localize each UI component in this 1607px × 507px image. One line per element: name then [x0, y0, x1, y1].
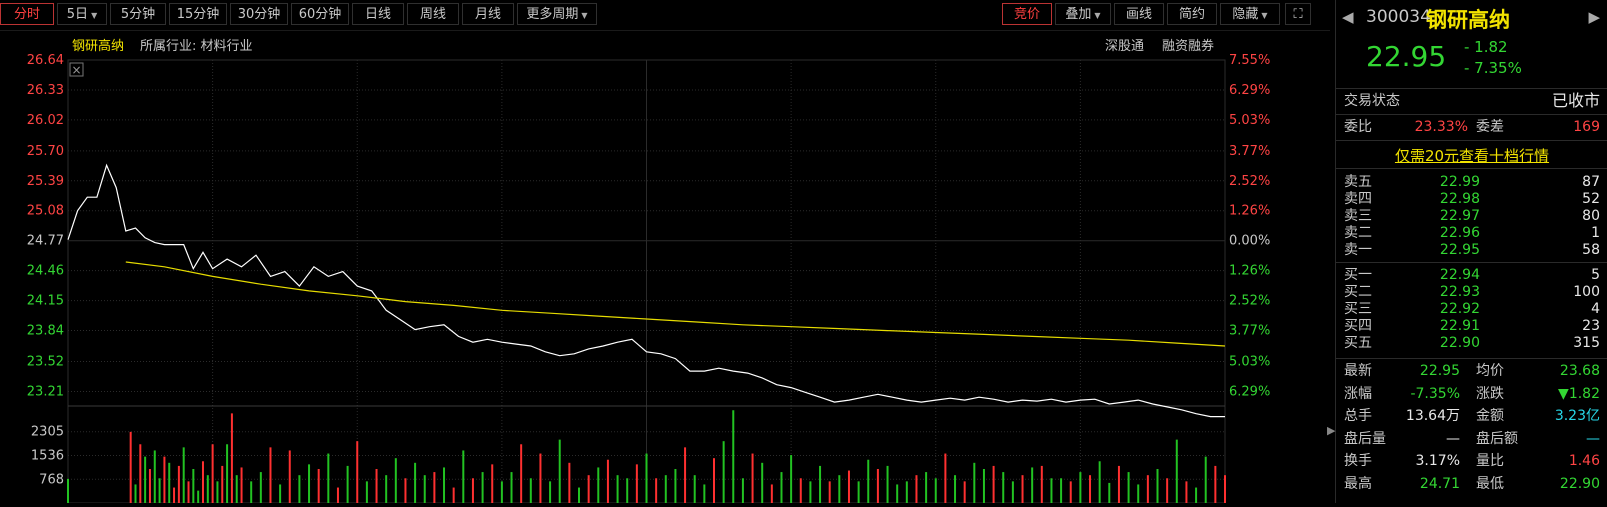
toolbar-btn-3[interactable]: 15分钟 — [169, 3, 227, 25]
y-tick-left: 23.84 — [27, 324, 64, 339]
chevron-down-icon: ▼ — [581, 11, 588, 20]
last-price: 22.95 — [1366, 40, 1447, 73]
y-tick-left: 25.70 — [27, 144, 64, 159]
toolbar-btn-7[interactable]: 周线 — [407, 3, 459, 25]
y-tick-right: 1.26% — [1229, 204, 1270, 219]
chevron-down-icon: ▼ — [1261, 11, 1268, 20]
y-tick-left: 26.02 — [27, 113, 64, 128]
level2-promo-link[interactable]: 仅需20元查看十档行情 — [1336, 145, 1607, 166]
divider — [1336, 88, 1607, 89]
order-book-buy-row: 买二 22.93 100 — [1344, 284, 1600, 300]
quote-panel: ◀ 300034 钢研高纳 ▶ 22.95 - 1.82 - 7.35% 交易状态 已收市 委比 2… — [1327, 0, 1607, 503]
next-stock-icon[interactable]: ▶ — [1588, 8, 1600, 26]
volume-y-tick: 1536 — [31, 449, 64, 464]
order-book-sell-row: 卖二 22.96 1 — [1344, 225, 1600, 241]
toolbar-btn-1[interactable]: 5日 ▼ — [57, 3, 107, 25]
divider — [1336, 114, 1607, 115]
order-book-buy-row: 买四 22.91 23 — [1344, 318, 1600, 334]
y-tick-right: 2.52% — [1229, 174, 1270, 189]
stock-name: 钢研高纳 — [1426, 8, 1510, 32]
toolbar-btn-4[interactable]: 30分钟 — [230, 3, 288, 25]
y-tick-left: 23.52 — [27, 354, 64, 369]
y-tick-right: 5.03% — [1229, 354, 1270, 369]
price-change: - 1.82 — [1464, 38, 1508, 56]
toolbar-btn-5[interactable]: 60分钟 — [291, 3, 349, 25]
y-tick-right: 2.52% — [1229, 294, 1270, 309]
toolbar-btn-0[interactable]: 分时 — [0, 3, 54, 25]
margin-trading-tag: 融资融券 — [1162, 38, 1214, 54]
chevron-down-icon: ▼ — [91, 11, 98, 20]
chart-toolbar: 分时 5日 ▼ 5分钟 15分钟 30分钟 60分钟 日线 周线 月线 更多周期 ▼ 竞价 叠加 ▼ 画线 简约… — [0, 0, 1330, 31]
y-tick-right: 3.77% — [1229, 324, 1270, 339]
divider — [1336, 358, 1607, 359]
volume-y-tick: 2305 — [31, 425, 64, 440]
prev-stock-icon[interactable]: ◀ — [1342, 8, 1354, 26]
y-tick-left: 24.77 — [27, 234, 64, 249]
industry-label: 所属行业: 材料行业 — [140, 39, 253, 54]
panel-toggle-icon[interactable]: ▶ — [1327, 424, 1335, 437]
divider — [1336, 262, 1607, 263]
trade-status-row: 交易状态 已收市 — [1344, 91, 1600, 110]
shenzhen-connect-tag: 深股通 — [1105, 39, 1144, 54]
close-icon-glyph: × — [71, 63, 81, 77]
stats-row: 最高 24.71 最低 22.90 — [1344, 475, 1600, 492]
y-tick-left: 25.39 — [27, 174, 64, 189]
stock-name-label: 钢研高纳 — [72, 38, 124, 54]
stats-row: 总手 13.64万 金额 3.23亿 — [1344, 408, 1600, 424]
order-book-sell-row: 卖一 22.95 58 — [1344, 242, 1600, 258]
stats-row: 换手 3.17% 量比 1.46 — [1344, 453, 1600, 469]
chart-svg: 钢研高纳 所属行业: 材料行业 深股通 融资融券 × 26.64 7.55% 26.33 6.2… — [27, 38, 1270, 504]
toolbar-btn-9[interactable]: 更多周期 ▼ — [517, 3, 597, 25]
divider — [1336, 168, 1607, 169]
expand-icon[interactable]: ⛶ — [1285, 3, 1311, 25]
stock-code: 300034 — [1366, 7, 1431, 27]
toolbar-right-btn-1[interactable]: 叠加 ▼ — [1055, 3, 1111, 25]
toolbar-right-btn-2[interactable]: 画线 — [1114, 3, 1164, 25]
y-tick-right: 6.29% — [1229, 384, 1270, 399]
y-tick-left: 26.64 — [27, 53, 64, 68]
stats-row: 最新 22.95 均价 23.68 — [1344, 363, 1600, 379]
toolbar-btn-8[interactable]: 月线 — [462, 3, 514, 25]
y-tick-left: 26.33 — [27, 83, 64, 98]
order-book-sell-row: 卖四 22.98 52 — [1344, 191, 1600, 207]
y-tick-left: 23.21 — [27, 384, 64, 399]
order-book-sell-row: 卖五 22.99 87 — [1344, 174, 1600, 190]
toolbar-right-btn-4[interactable]: 隐藏 ▼ — [1220, 3, 1280, 25]
order-ratio-row: 委比 23.33% 委差 169 — [1344, 119, 1600, 135]
y-tick-right: 6.29% — [1229, 83, 1270, 98]
y-tick-right: 0.00% — [1229, 234, 1270, 249]
stats-row: 涨幅 -7.35% 涨跌 ▼1.82 — [1344, 385, 1600, 402]
volume-y-tick: 768 — [39, 472, 64, 487]
toolbar-right-btn-3[interactable]: 简约 — [1167, 3, 1217, 25]
order-book-buy-row: 买三 22.92 4 — [1344, 301, 1600, 317]
y-tick-right: 5.03% — [1229, 113, 1270, 128]
toolbar-right-btn-0[interactable]: 竞价 — [1002, 3, 1052, 25]
divider — [1336, 140, 1607, 141]
toolbar-btn-6[interactable]: 日线 — [352, 3, 404, 25]
y-tick-left: 24.46 — [27, 264, 64, 279]
order-book-buy-row: 买五 22.90 315 — [1344, 335, 1600, 351]
intraday-chart: 钢研高纳 所属行业: 材料行业 深股通 融资融券 × 26.64 7.55% 26.33 6.2… — [0, 30, 1330, 504]
y-tick-right: 7.55% — [1229, 53, 1270, 68]
chevron-down-icon: ▼ — [1094, 11, 1101, 20]
stats-row: 盘后量 — 盘后额 — — [1344, 430, 1600, 447]
order-book-sell-row: 卖三 22.97 80 — [1344, 208, 1600, 224]
order-book-buy-row: 买一 22.94 5 — [1344, 267, 1600, 283]
y-tick-left: 24.15 — [27, 294, 64, 309]
toolbar-btn-2[interactable]: 5分钟 — [110, 3, 166, 25]
series-avg-line — [125, 261, 1226, 347]
y-tick-left: 25.08 — [27, 204, 64, 219]
y-tick-right: 3.77% — [1229, 144, 1270, 159]
price-change-pct: - 7.35% — [1464, 59, 1522, 77]
y-tick-right: 1.26% — [1229, 264, 1270, 279]
